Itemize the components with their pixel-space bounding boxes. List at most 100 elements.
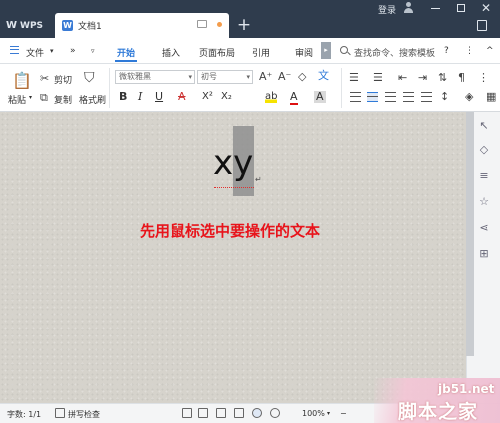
superscript-button[interactable]: X² (202, 91, 213, 103)
font-color-button[interactable]: A (290, 91, 298, 105)
read-icon[interactable] (198, 408, 208, 418)
share-icon[interactable]: ⋖ (478, 222, 490, 234)
login-link[interactable]: 登录 (378, 3, 396, 16)
minimize-icon (430, 7, 440, 9)
phonetic-guide-button[interactable]: 文 (318, 70, 329, 82)
cursor-icon[interactable]: ↖ (478, 120, 490, 132)
align-right-icon[interactable] (385, 92, 396, 102)
sort-icon[interactable]: ⇅ (438, 72, 447, 84)
fullscreen-icon[interactable] (182, 408, 192, 418)
spell-check-button[interactable]: 拼写检查 (68, 409, 100, 420)
eye-icon[interactable] (270, 408, 280, 418)
align-left-icon[interactable] (350, 92, 361, 102)
bold-button[interactable]: B (119, 91, 127, 103)
align-center-icon[interactable] (367, 92, 378, 102)
ribbon-separator (341, 68, 342, 108)
distributed-icon[interactable] (421, 92, 432, 102)
style-icon[interactable]: ◇ (478, 144, 490, 156)
settings-icon[interactable]: ≡ (478, 170, 490, 182)
monitor-icon[interactable] (197, 20, 207, 28)
menu-icon[interactable] (10, 46, 19, 54)
shading-icon[interactable]: ◈ (465, 91, 473, 103)
wps-home-tab[interactable]: W WPS (0, 13, 54, 38)
spell-check-icon (55, 408, 65, 418)
copy-button[interactable]: 复制 (54, 93, 72, 106)
bullet-list-icon[interactable]: ☰ (349, 72, 359, 84)
quick-access-icon[interactable]: ▿ (91, 47, 95, 55)
search-icon (340, 46, 348, 54)
collapse-ribbon-button[interactable]: ^ (486, 46, 494, 56)
zoom-level[interactable]: 100% (302, 409, 325, 418)
paste-dropdown-icon[interactable]: ▾ (29, 94, 32, 101)
font-size-select[interactable]: 初号 (197, 70, 253, 84)
paste-button[interactable]: 粘贴 (8, 93, 26, 106)
document-text[interactable]: xy (213, 145, 253, 181)
zoom-out-button[interactable]: − (340, 409, 347, 418)
tab-review[interactable]: 审阅 (295, 46, 313, 59)
close-icon: ✕ (480, 1, 492, 15)
watermark-name: 脚本之家 (398, 401, 479, 423)
format-painter-button[interactable]: 格式刷 (79, 93, 106, 106)
tab-scroll-button[interactable]: ▸ (321, 42, 331, 59)
page-view-icon[interactable] (216, 408, 226, 418)
star-icon[interactable]: ☆ (478, 196, 490, 208)
outline-icon[interactable] (234, 408, 244, 418)
apps-icon[interactable]: ⊞ (478, 248, 490, 260)
copy-icon: ⧉ (40, 91, 48, 104)
zoom-dropdown-icon[interactable]: ▾ (327, 410, 330, 417)
strikethrough-button[interactable]: A (178, 91, 186, 103)
word-count[interactable]: 字数: 1/1 (7, 409, 41, 420)
paragraph-options-icon[interactable]: ⋮ (478, 72, 489, 84)
document-tab[interactable]: W 文档1 (55, 13, 229, 38)
grow-font-button[interactable]: A⁺ (259, 71, 272, 83)
document-tab-name: 文档1 (78, 22, 102, 32)
subscript-button[interactable]: X₂ (221, 91, 232, 103)
more-options-button[interactable]: ⋮ (465, 46, 474, 56)
tab-insert[interactable]: 插入 (162, 46, 180, 59)
font-name-select[interactable]: 微软雅黑 (115, 70, 195, 84)
paste-icon[interactable]: 📋 (12, 73, 32, 89)
highlight-button[interactable]: ab (265, 91, 278, 103)
new-tab-button[interactable]: + (233, 15, 255, 36)
sidebar-toggle-icon[interactable] (477, 20, 487, 31)
cut-button[interactable]: 剪切 (54, 73, 72, 86)
more-menu[interactable]: » (70, 46, 76, 56)
borders-icon[interactable]: ▦ (486, 91, 496, 103)
wps-logo-icon: W (6, 20, 18, 31)
user-icon[interactable] (403, 2, 414, 14)
maximize-icon (457, 4, 465, 12)
numbered-list-icon[interactable]: ☰ (373, 72, 383, 84)
file-menu[interactable]: 文件 (26, 46, 44, 59)
increase-indent-icon[interactable]: ⇥ (418, 72, 427, 84)
shrink-font-button[interactable]: A⁻ (278, 71, 291, 83)
underline-button[interactable]: U (155, 91, 163, 103)
search-input[interactable]: 查找命令、搜索模板 (354, 46, 435, 59)
file-dropdown-icon[interactable]: ▾ (50, 47, 54, 55)
justify-icon[interactable] (403, 92, 414, 102)
spellcheck-underline (214, 185, 254, 188)
maximize-button[interactable] (447, 0, 475, 16)
decrease-indent-icon[interactable]: ⇤ (398, 72, 407, 84)
word-doc-icon: W (62, 20, 73, 31)
ribbon-separator (109, 68, 110, 108)
active-tab-indicator (115, 60, 137, 62)
clear-format-button[interactable]: ◇ (298, 71, 306, 83)
title-bar: W WPS W 文档1 + 登录 ✕ (0, 0, 500, 38)
tab-references[interactable]: 引用 (252, 46, 270, 59)
line-spacing-icon[interactable]: ↕ (440, 91, 449, 103)
minimize-button[interactable] (421, 0, 449, 16)
close-button[interactable]: ✕ (472, 0, 500, 16)
tab-page-layout[interactable]: 页面布局 (199, 46, 235, 59)
character-shading-button[interactable]: A (314, 91, 326, 103)
menu-bar: 文件 ▾ » ▿ 开始 插入 页面布局 引用 审阅 ▸ 查找命令、搜索模板 ? … (0, 38, 500, 64)
vertical-scrollbar[interactable] (466, 112, 474, 356)
web-icon[interactable] (252, 408, 262, 418)
wps-app-name: WPS (20, 20, 44, 31)
instruction-annotation: 先用鼠标选中要操作的文本 (140, 222, 321, 240)
help-button[interactable]: ? (444, 46, 449, 56)
italic-button[interactable]: I (138, 91, 142, 103)
unsaved-dot-icon (217, 22, 222, 27)
tab-home[interactable]: 开始 (117, 46, 135, 59)
format-painter-icon: ⛉ (84, 70, 95, 86)
show-marks-icon[interactable]: ¶ (458, 72, 465, 84)
